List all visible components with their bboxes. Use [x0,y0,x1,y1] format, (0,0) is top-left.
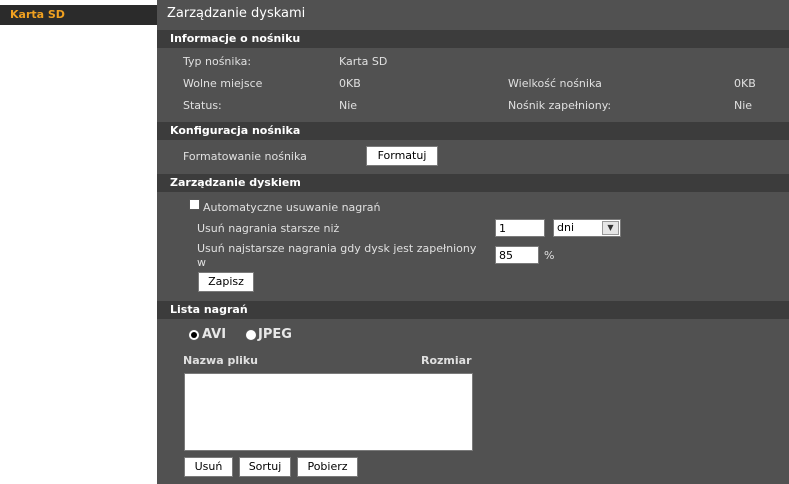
delete-older-unit-value: dni [557,221,575,234]
main-panel: Zarządzanie dyskami Informacje o nośniku… [157,0,789,484]
section-media-config: Konfiguracja nośnika [157,122,789,140]
media-size-value: 0KB [734,77,756,90]
format-button[interactable]: Formatuj [366,146,438,166]
section-disk-management: Zarządzanie dyskiem [157,174,789,192]
auto-delete-checkbox[interactable] [189,199,200,210]
delete-oldest-label-cont: w [197,256,206,269]
column-size: Rozmiar [421,354,472,367]
sidebar-item-karta-sd[interactable]: Karta SD [0,5,157,25]
section-recordings: Lista nagrań [157,301,789,319]
section-media-info: Informacje o nośniku [157,30,789,48]
column-filename: Nazwa pliku [183,354,259,367]
sort-button[interactable]: Sortuj [239,457,291,477]
status-value: Nie [339,99,358,112]
delete-older-unit-select[interactable]: dni ▼ [553,219,621,237]
page-title: Zarządzanie dyskami [167,6,306,21]
percent-sign: % [544,249,555,262]
format-media-label: Formatowanie nośnika [183,150,307,163]
media-full-label: Nośnik zapełniony: [508,99,612,112]
download-button[interactable]: Pobierz [297,457,358,477]
radio-avi-label: AVI [202,327,227,342]
delete-oldest-input[interactable] [495,246,539,264]
delete-older-input[interactable] [495,219,545,237]
delete-older-label: Usuń nagrania starsze niż [197,222,340,235]
media-size-label: Wielkość nośnika [508,77,602,90]
media-type-value: Karta SD [339,55,388,68]
media-type-label: Typ nośnika: [183,55,252,68]
free-space-value: 0KB [339,77,361,90]
save-button[interactable]: Zapisz [198,272,254,292]
radio-selected-dot [191,332,197,338]
auto-delete-label: Automatyczne usuwanie nagrań [203,201,381,214]
recordings-listbox[interactable] [184,373,473,451]
sidebar: Karta SD [0,0,157,484]
radio-jpeg[interactable] [245,329,257,341]
status-label: Status: [183,99,222,112]
delete-oldest-label: Usuń najstarsze nagrania gdy dysk jest z… [197,242,477,255]
radio-avi[interactable] [188,329,200,341]
media-full-value: Nie [734,99,753,112]
free-space-label: Wolne miejsce [183,77,263,90]
chevron-down-icon: ▼ [602,221,619,235]
radio-jpeg-label: JPEG [258,327,292,342]
delete-button[interactable]: Usuń [184,457,233,477]
